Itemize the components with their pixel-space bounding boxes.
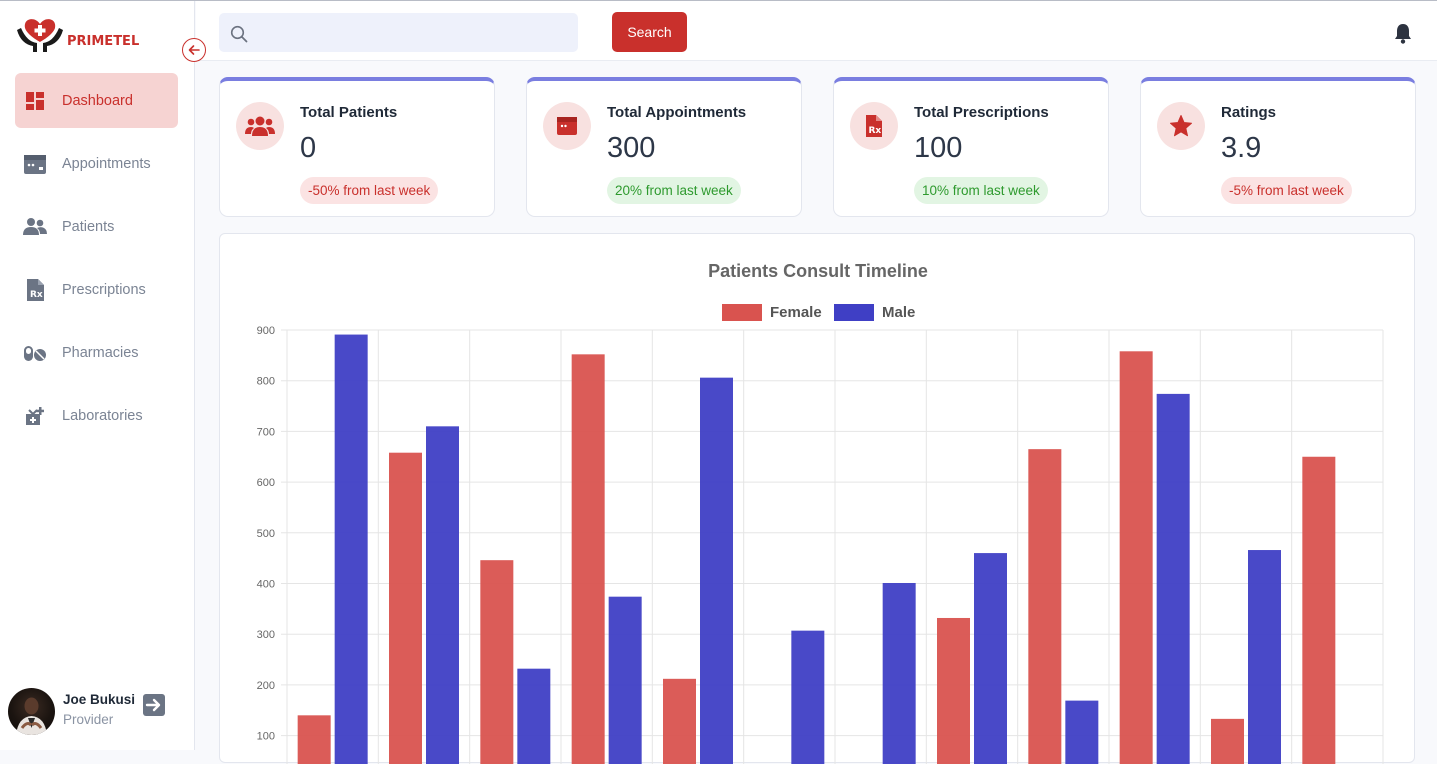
stat-title: Total Prescriptions xyxy=(914,104,1049,121)
prescription-icon: Rx xyxy=(23,278,47,302)
stat-change-badge: 20% from last week xyxy=(607,177,741,204)
logout-icon[interactable] xyxy=(142,693,166,717)
sidebar-nav: Dashboard Appointments Patients Rx Presc… xyxy=(15,73,178,451)
avatar[interactable] xyxy=(8,688,55,735)
star-icon xyxy=(1157,102,1205,150)
calendar-icon xyxy=(543,102,591,150)
user-profile[interactable]: Joe Bukusi Provider xyxy=(8,688,188,738)
search-input[interactable] xyxy=(219,13,578,52)
sidebar-item-pharmacies[interactable]: Pharmacies xyxy=(15,325,178,380)
top-bar: Search xyxy=(196,1,1437,61)
stat-change-badge: 10% from last week xyxy=(914,177,1048,204)
sidebar-item-patients[interactable]: Patients xyxy=(15,199,178,254)
sidebar-item-prescriptions[interactable]: Rx Prescriptions xyxy=(15,262,178,317)
users-icon xyxy=(23,215,47,239)
y-tick-label: 600 xyxy=(257,477,275,489)
y-tick-label: 900 xyxy=(257,325,275,337)
consult-timeline-chart-panel: 100 200 300 400 500 600 700 800 900 Patients Con… xyxy=(219,233,1415,764)
bar-female-11[interactable] xyxy=(1211,718,1244,764)
bar-male-2[interactable] xyxy=(426,426,459,764)
legend-label-male: Male xyxy=(882,304,915,321)
sidebar: PRIMETEL Dashboard Appointments Patients xyxy=(0,1,206,750)
y-tick-label: 400 xyxy=(257,579,275,591)
bar-male-7[interactable] xyxy=(882,582,916,764)
brand-logo[interactable]: PRIMETEL xyxy=(15,16,145,56)
bar-male-5[interactable] xyxy=(700,377,733,764)
dashboard-icon xyxy=(23,89,47,113)
sidebar-item-dashboard[interactable]: Dashboard xyxy=(15,73,178,128)
search-button[interactable]: Search xyxy=(612,12,687,52)
sidebar-item-label: Pharmacies xyxy=(62,344,139,361)
sidebar-item-label: Laboratories xyxy=(62,407,143,424)
stat-card-total-appointments[interactable]: Total Appointments 300 20% from last wee… xyxy=(526,77,802,217)
bar-male-8[interactable] xyxy=(974,553,1007,764)
bar-female-1[interactable] xyxy=(297,715,331,764)
pills-icon xyxy=(23,341,47,365)
users-icon xyxy=(236,102,284,150)
y-tick-label: 200 xyxy=(257,680,275,692)
prescription-icon: Rx xyxy=(850,102,898,150)
y-tick-label: 300 xyxy=(257,629,275,641)
bar-female-2[interactable] xyxy=(389,452,422,764)
calendar-icon xyxy=(23,152,47,176)
svg-text:Rx: Rx xyxy=(869,126,882,136)
sidebar-item-label: Appointments xyxy=(62,155,151,172)
sidebar-item-laboratories[interactable]: Laboratories xyxy=(15,388,178,443)
primetel-logo-icon xyxy=(17,19,63,52)
stat-card-total-prescriptions[interactable]: Rx Total Prescriptions 100 10% from last… xyxy=(833,77,1109,217)
sidebar-item-label: Prescriptions xyxy=(62,281,146,298)
bar-male-10[interactable] xyxy=(1156,393,1190,764)
stat-value: 3.9 xyxy=(1221,132,1262,164)
bar-female-10[interactable] xyxy=(1119,351,1153,764)
y-tick-label: 700 xyxy=(257,426,275,438)
bar-female-4[interactable] xyxy=(571,354,605,764)
bar-male-1[interactable] xyxy=(334,334,368,764)
stat-value: 0 xyxy=(300,132,317,164)
stat-value: 300 xyxy=(607,132,656,164)
svg-text:Rx: Rx xyxy=(30,290,43,300)
bar-female-5[interactable] xyxy=(663,678,696,764)
stat-title: Total Patients xyxy=(300,104,398,121)
y-tick-label: 100 xyxy=(257,731,275,743)
user-name: Joe Bukusi xyxy=(63,692,136,707)
sidebar-item-label: Dashboard xyxy=(62,92,133,109)
y-tick-label: 800 xyxy=(257,376,275,388)
chart-legend: Female Male xyxy=(722,304,915,321)
brand-name: PRIMETEL xyxy=(67,34,140,49)
bar-female-3[interactable] xyxy=(480,560,514,764)
y-tick-label: 500 xyxy=(257,528,275,540)
stat-change-badge: -5% from last week xyxy=(1221,177,1352,204)
collapse-sidebar-button[interactable] xyxy=(182,38,206,62)
bar-male-9[interactable] xyxy=(1065,700,1099,764)
stat-title: Total Appointments xyxy=(607,104,747,121)
sidebar-item-label: Patients xyxy=(62,218,115,235)
search-icon xyxy=(230,25,248,43)
bar-male-4[interactable] xyxy=(608,596,642,764)
legend-label-female: Female xyxy=(770,304,822,321)
stat-change-badge: -50% from last week xyxy=(300,177,439,204)
chart-title: Patients Consult Timeline xyxy=(708,261,928,281)
bar-male-11[interactable] xyxy=(1248,550,1281,764)
stat-card-ratings[interactable]: Ratings 3.9 -5% from last week xyxy=(1140,77,1416,217)
lab-icon xyxy=(23,404,47,428)
bar-female-9[interactable] xyxy=(1028,449,1062,764)
bar-female-8[interactable] xyxy=(937,617,970,764)
stat-card-total-patients[interactable]: Total Patients 0 -50% from last week xyxy=(219,77,495,217)
bar-female-12[interactable] xyxy=(1302,456,1336,764)
legend-swatch-female[interactable] xyxy=(722,304,762,321)
bar-male-6[interactable] xyxy=(791,630,825,764)
bell-icon[interactable] xyxy=(1392,22,1414,44)
stat-value: 100 xyxy=(914,132,963,164)
user-role: Provider xyxy=(63,712,114,727)
legend-swatch-male[interactable] xyxy=(834,304,874,321)
arrow-left-icon xyxy=(188,45,200,55)
consult-timeline-chart: 100 200 300 400 500 600 700 800 900 Patients Con… xyxy=(257,261,1384,764)
sidebar-item-appointments[interactable]: Appointments xyxy=(15,136,178,191)
stat-title: Ratings xyxy=(1221,104,1277,121)
